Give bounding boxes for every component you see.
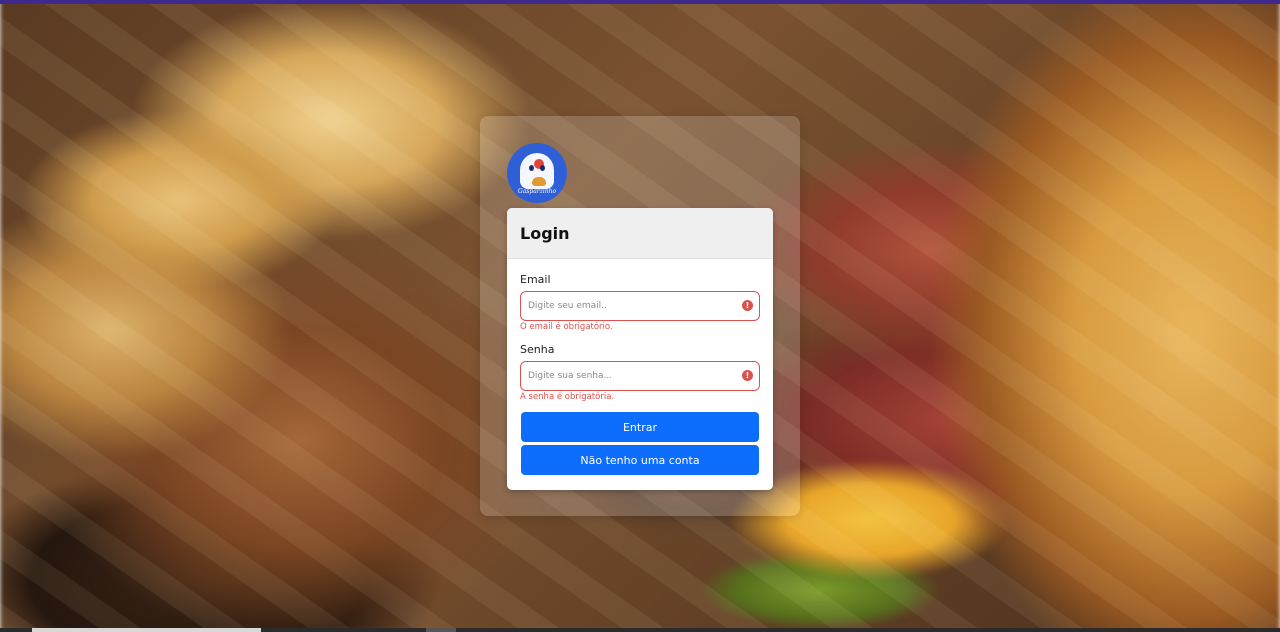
error-icon: ! xyxy=(742,370,753,381)
error-icon: ! xyxy=(742,300,753,311)
ghost-icon xyxy=(520,153,554,189)
email-label: Email xyxy=(520,273,551,286)
scroll-segment xyxy=(426,628,456,632)
brand-logo: Gasparzinho xyxy=(507,143,567,203)
email-field-wrapper: ! xyxy=(520,291,760,321)
top-accent-bar xyxy=(0,0,1280,4)
login-page: Gasparzinho Login Email ! O email é obri… xyxy=(0,0,1280,632)
scroll-segment xyxy=(32,628,261,632)
password-error: A senha é obrigatória. xyxy=(520,392,615,402)
password-field[interactable] xyxy=(521,362,733,389)
password-label: Senha xyxy=(520,343,555,356)
password-field-wrapper: ! xyxy=(520,361,760,391)
register-button[interactable]: Não tenho uma conta xyxy=(521,445,759,475)
email-field[interactable] xyxy=(521,292,733,319)
burger-icon xyxy=(532,177,546,186)
bottom-scroll-strip xyxy=(0,628,1280,632)
login-card: Login Email ! O email é obrigatório. Sen… xyxy=(507,208,773,490)
cap-icon xyxy=(534,159,544,169)
logo-text: Gasparzinho xyxy=(517,188,557,195)
login-button[interactable]: Entrar xyxy=(521,412,759,442)
email-error: O email é obrigatório. xyxy=(520,322,613,332)
login-title: Login xyxy=(507,208,773,259)
